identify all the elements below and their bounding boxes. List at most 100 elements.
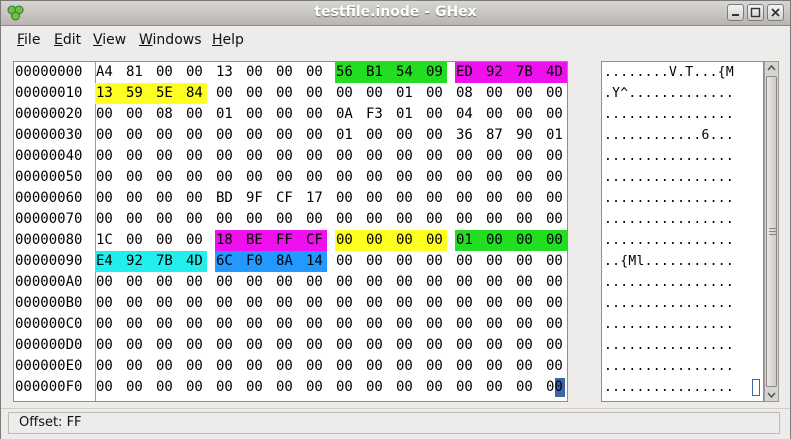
hex-row[interactable]: 00 00 00 00 BD 9F CF 17 00 00 00 00 00 00 00 00 bbox=[96, 188, 576, 209]
hex-byte[interactable]: 00 bbox=[396, 356, 413, 377]
hex-byte[interactable]: 00 bbox=[186, 356, 203, 377]
hex-byte[interactable]: 00 bbox=[96, 104, 113, 125]
title-bar[interactable]: testfile.inode - GHex bbox=[1, 1, 790, 26]
hex-byte[interactable]: 00 bbox=[366, 209, 383, 230]
hex-byte[interactable]: 00 bbox=[126, 356, 143, 377]
hex-byte[interactable]: 00 bbox=[156, 314, 173, 335]
ascii-row[interactable]: ................ bbox=[604, 188, 734, 209]
hex-byte[interactable]: 00 bbox=[426, 188, 443, 209]
hex-byte[interactable]: 01 bbox=[546, 125, 563, 146]
hex-byte[interactable]: 00 bbox=[366, 146, 383, 167]
ascii-row[interactable]: ................ bbox=[604, 230, 734, 251]
hex-byte[interactable]: 00 bbox=[156, 335, 173, 356]
hex-byte[interactable]: 00 bbox=[156, 272, 173, 293]
hex-byte[interactable]: 6C bbox=[216, 251, 233, 272]
hex-byte[interactable]: 0A bbox=[336, 104, 353, 125]
hex-byte[interactable]: 00 bbox=[96, 377, 113, 398]
hex-byte[interactable]: 00 bbox=[96, 146, 113, 167]
hex-byte[interactable]: 00 bbox=[96, 314, 113, 335]
hex-byte[interactable]: 5E bbox=[156, 83, 173, 104]
hex-byte[interactable]: 00 bbox=[366, 251, 383, 272]
hex-byte[interactable]: 13 bbox=[216, 62, 233, 83]
hex-byte[interactable]: 00 bbox=[426, 209, 443, 230]
ascii-row[interactable]: ................ bbox=[604, 146, 734, 167]
hex-byte[interactable]: 00 bbox=[336, 83, 353, 104]
hex-byte[interactable]: 00 bbox=[516, 83, 533, 104]
hex-byte[interactable]: 00 bbox=[546, 104, 563, 125]
hex-byte[interactable]: 00 bbox=[546, 251, 563, 272]
hex-byte[interactable]: 59 bbox=[126, 83, 143, 104]
scroll-up-icon[interactable] bbox=[765, 62, 778, 75]
hex-byte[interactable]: 00 bbox=[246, 125, 263, 146]
hex-byte[interactable]: F0 bbox=[246, 251, 263, 272]
hex-byte[interactable]: 00 bbox=[216, 146, 233, 167]
hex-byte[interactable]: 00 bbox=[546, 83, 563, 104]
hex-byte[interactable]: 00 bbox=[426, 83, 443, 104]
hex-byte[interactable]: 00 bbox=[486, 104, 503, 125]
hex-byte[interactable]: 00 bbox=[216, 209, 233, 230]
hex-byte[interactable]: 00 bbox=[306, 272, 323, 293]
hex-byte[interactable]: 00 bbox=[216, 125, 233, 146]
hex-byte[interactable]: 00 bbox=[516, 146, 533, 167]
hex-byte[interactable]: 00 bbox=[426, 146, 443, 167]
hex-byte[interactable]: 00 bbox=[456, 251, 473, 272]
hex-byte[interactable]: 00 bbox=[156, 356, 173, 377]
hex-byte[interactable]: 00 bbox=[186, 272, 203, 293]
hex-byte[interactable]: 00 bbox=[456, 209, 473, 230]
hex-byte[interactable]: 00 bbox=[186, 314, 203, 335]
hex-byte[interactable]: 00 bbox=[216, 377, 233, 398]
hex-byte[interactable]: 00 bbox=[396, 125, 413, 146]
vertical-scrollbar[interactable] bbox=[764, 61, 779, 402]
hex-byte[interactable]: 00 bbox=[186, 209, 203, 230]
hex-byte[interactable]: 00 bbox=[186, 230, 203, 251]
hex-row[interactable]: 13 59 5E 84 00 00 00 00 00 00 01 00 08 00 00 00 bbox=[96, 83, 576, 104]
scroll-down-icon[interactable] bbox=[765, 388, 778, 401]
hex-byte[interactable]: 00 bbox=[396, 251, 413, 272]
hex-byte[interactable]: 00 bbox=[96, 335, 113, 356]
hex-byte[interactable]: 00 bbox=[186, 62, 203, 83]
hex-byte[interactable]: 00 bbox=[216, 314, 233, 335]
hex-byte[interactable]: 00 bbox=[546, 230, 563, 251]
hex-byte[interactable]: 00 bbox=[246, 293, 263, 314]
hex-byte[interactable]: 00 bbox=[486, 188, 503, 209]
hex-byte[interactable]: 00 bbox=[336, 146, 353, 167]
hex-byte[interactable]: E4 bbox=[96, 251, 113, 272]
hex-byte[interactable]: 09 bbox=[426, 62, 443, 83]
hex-byte[interactable]: 00 bbox=[396, 230, 413, 251]
hex-byte[interactable]: 00 bbox=[486, 251, 503, 272]
ascii-row[interactable]: ........V.T...{M bbox=[604, 62, 734, 83]
ascii-row[interactable]: ................ bbox=[604, 356, 734, 377]
hex-byte[interactable]: 00 bbox=[486, 335, 503, 356]
hex-byte[interactable]: 00 bbox=[216, 335, 233, 356]
hex-byte[interactable]: F3 bbox=[366, 104, 383, 125]
ascii-row[interactable]: ................ bbox=[604, 335, 734, 356]
hex-byte[interactable]: 00 bbox=[186, 188, 203, 209]
hex-byte[interactable]: 00 bbox=[156, 188, 173, 209]
hex-byte[interactable]: 00 bbox=[546, 146, 563, 167]
menu-edit[interactable]: Edit bbox=[54, 32, 81, 48]
hex-byte[interactable]: 00 bbox=[96, 125, 113, 146]
hex-byte[interactable]: 00 bbox=[126, 104, 143, 125]
menu-windows[interactable]: Windows bbox=[139, 32, 202, 48]
hex-byte[interactable]: 00 bbox=[336, 293, 353, 314]
ascii-row[interactable]: ................ bbox=[604, 209, 734, 230]
hex-byte[interactable]: 4D bbox=[546, 62, 563, 83]
hex-byte[interactable]: 00 bbox=[96, 188, 113, 209]
hex-byte[interactable]: 01 bbox=[336, 125, 353, 146]
hex-byte[interactable]: 00 bbox=[96, 272, 113, 293]
hex-byte[interactable]: 00 bbox=[126, 167, 143, 188]
hex-byte[interactable]: 00 bbox=[396, 272, 413, 293]
hex-row[interactable]: 00 00 00 00 00 00 00 00 00 00 00 00 00 00 00 00 bbox=[96, 293, 576, 314]
menu-file[interactable]: File bbox=[17, 32, 40, 48]
hex-byte[interactable]: 00 bbox=[546, 209, 563, 230]
hex-byte[interactable]: 00 bbox=[516, 230, 533, 251]
hex-row[interactable]: 00 00 00 00 00 00 00 00 00 00 00 00 00 00 00 00 bbox=[96, 146, 576, 167]
hex-byte[interactable]: 00 bbox=[276, 125, 293, 146]
hex-byte[interactable]: 00 bbox=[366, 272, 383, 293]
hex-row[interactable]: 00 00 08 00 01 00 00 00 0A F3 01 00 04 00 00 00 bbox=[96, 104, 576, 125]
hex-row[interactable]: 00 00 00 00 00 00 00 00 00 00 00 00 00 00 00 00 bbox=[96, 209, 576, 230]
hex-byte[interactable]: 00 bbox=[486, 209, 503, 230]
hex-byte[interactable]: 92 bbox=[126, 251, 143, 272]
hex-byte[interactable]: 90 bbox=[516, 125, 533, 146]
hex-byte[interactable]: B1 bbox=[366, 62, 383, 83]
